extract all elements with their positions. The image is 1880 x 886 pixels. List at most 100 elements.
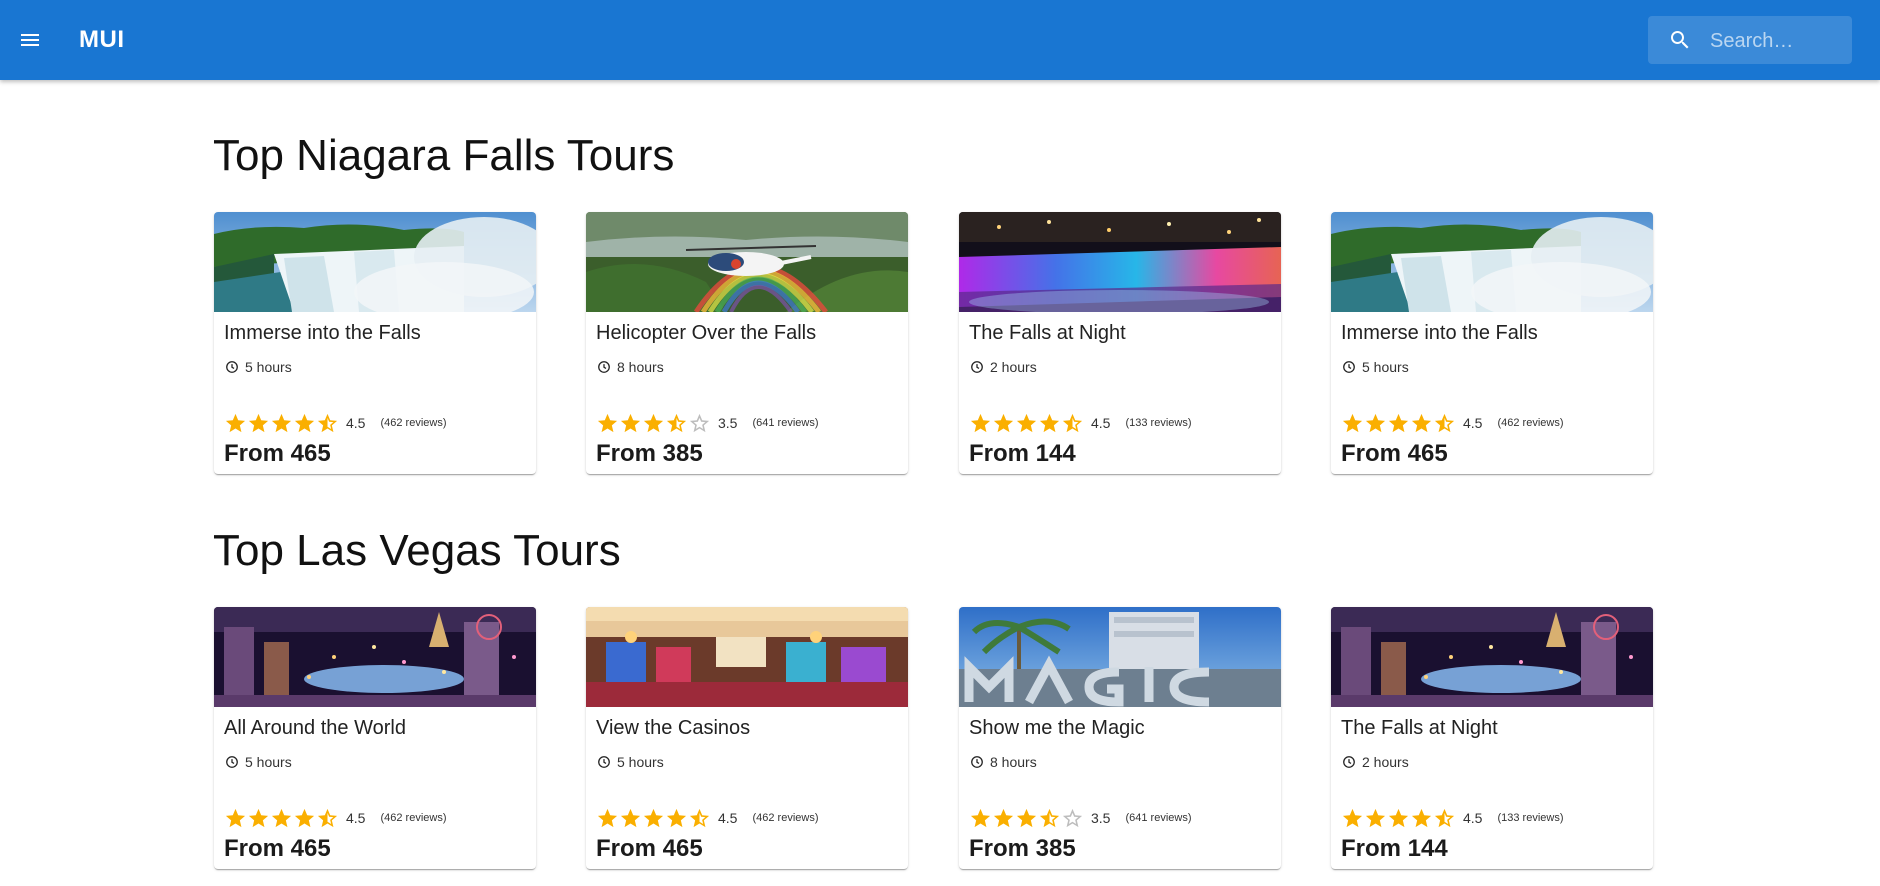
star-full-icon [1365, 413, 1386, 432]
rating-value: 4.5 [1091, 415, 1111, 431]
star-full-icon [620, 413, 641, 432]
tour-title: Immerse into the Falls [1341, 322, 1538, 344]
tour-price: From 465 [1341, 440, 1448, 467]
star-full-icon [225, 413, 246, 432]
tour-card[interactable]: Immerse into the Falls 5 hours 4.5 (462 … [214, 212, 536, 474]
star-half-icon [1039, 808, 1060, 827]
tour-duration: 5 hours [1342, 358, 1409, 376]
star-rating [596, 807, 711, 830]
star-full-icon [271, 808, 292, 827]
tour-image [214, 607, 536, 707]
tour-card[interactable]: View the Casinos 5 hours 4.5 (462 review… [586, 607, 908, 869]
tour-price: From 385 [596, 440, 703, 467]
tour-rating: 3.5 (641 reviews) [969, 807, 1192, 829]
review-count: (641 reviews) [752, 417, 819, 429]
review-count: (462 reviews) [752, 812, 819, 824]
star-half-icon [1434, 808, 1455, 827]
star-full-icon [248, 413, 269, 432]
star-full-icon [248, 808, 269, 827]
tour-title: View the Casinos [596, 717, 751, 739]
tour-title: Helicopter Over the Falls [596, 322, 817, 344]
star-full-icon [970, 808, 991, 827]
tour-duration: 5 hours [225, 753, 292, 771]
search-input[interactable] [1708, 24, 1848, 58]
star-full-icon [1411, 413, 1432, 432]
section-title: Top Las Vegas Tours [213, 526, 621, 575]
tour-duration: 8 hours [970, 753, 1037, 771]
duration-text: 5 hours [245, 359, 292, 375]
review-count: (133 reviews) [1497, 812, 1564, 824]
clock-icon [971, 361, 983, 373]
rating-value: 4.5 [346, 415, 366, 431]
tour-rating: 4.5 (462 reviews) [224, 412, 447, 434]
star-rating [1341, 412, 1456, 435]
star-full-icon [1016, 808, 1037, 827]
duration-text: 2 hours [990, 359, 1037, 375]
tour-image [1331, 212, 1653, 312]
clock-icon [598, 361, 610, 373]
tour-duration: 2 hours [1342, 753, 1409, 771]
tour-title: The Falls at Night [969, 322, 1126, 344]
tour-image [959, 212, 1281, 312]
tour-title: Immerse into the Falls [224, 322, 421, 344]
search-icon [1671, 31, 1689, 49]
star-rating [596, 412, 711, 435]
tour-price: From 144 [969, 440, 1076, 467]
clock-icon [1343, 361, 1355, 373]
tour-card[interactable]: Show me the Magic 8 hours 3.5 (641 revie… [959, 607, 1281, 869]
section-title: Top Niagara Falls Tours [213, 131, 675, 180]
review-count: (462 reviews) [1497, 417, 1564, 429]
star-rating [969, 412, 1084, 435]
tour-card[interactable]: Immerse into the Falls 5 hours 4.5 (462 … [1331, 212, 1653, 474]
hamburger-menu-icon [21, 34, 39, 46]
star-rating [224, 807, 339, 830]
tour-title: The Falls at Night [1341, 717, 1498, 739]
duration-text: 5 hours [617, 754, 664, 770]
search-box[interactable] [1648, 16, 1852, 64]
clock-icon [1343, 756, 1355, 768]
rating-value: 4.5 [718, 810, 738, 826]
clock-icon [226, 756, 238, 768]
tour-rating: 4.5 (462 reviews) [1341, 412, 1564, 434]
tour-title: All Around the World [224, 717, 406, 739]
review-count: (133 reviews) [1125, 417, 1192, 429]
star-half-icon [1062, 413, 1083, 432]
menu-button[interactable] [12, 22, 48, 58]
tour-price: From 144 [1341, 835, 1448, 862]
tour-rating: 4.5 (462 reviews) [224, 807, 447, 829]
tour-image [586, 212, 908, 312]
star-half-icon [317, 808, 338, 827]
star-half-icon [666, 413, 687, 432]
star-full-icon [1411, 808, 1432, 827]
tour-card[interactable]: All Around the World 5 hours 4.5 (462 re… [214, 607, 536, 869]
star-full-icon [993, 808, 1014, 827]
duration-text: 2 hours [1362, 754, 1409, 770]
tour-price: From 465 [224, 835, 331, 862]
tour-image [1331, 607, 1653, 707]
star-full-icon [666, 808, 687, 827]
tour-duration: 5 hours [597, 753, 664, 771]
star-half-icon [317, 413, 338, 432]
star-half-icon [1434, 413, 1455, 432]
tour-card[interactable]: The Falls at Night 2 hours 4.5 (133 revi… [959, 212, 1281, 474]
star-full-icon [1342, 808, 1363, 827]
star-full-icon [1365, 808, 1386, 827]
star-full-icon [1388, 808, 1409, 827]
tour-duration: 5 hours [225, 358, 292, 376]
duration-text: 8 hours [617, 359, 664, 375]
star-full-icon [643, 808, 664, 827]
tour-rating: 3.5 (641 reviews) [596, 412, 819, 434]
star-full-icon [970, 413, 991, 432]
tour-card[interactable]: Helicopter Over the Falls 8 hours 3.5 (6… [586, 212, 908, 474]
tour-rating: 4.5 (462 reviews) [596, 807, 819, 829]
rating-value: 4.5 [346, 810, 366, 826]
review-count: (462 reviews) [380, 812, 447, 824]
tour-card[interactable]: The Falls at Night 2 hours 4.5 (133 revi… [1331, 607, 1653, 869]
rating-value: 4.5 [1463, 810, 1483, 826]
tour-rating: 4.5 (133 reviews) [1341, 807, 1564, 829]
star-full-icon [1342, 413, 1363, 432]
tour-rating: 4.5 (133 reviews) [969, 412, 1192, 434]
tour-duration: 8 hours [597, 358, 664, 376]
star-full-icon [620, 808, 641, 827]
tour-title: Show me the Magic [969, 717, 1145, 739]
